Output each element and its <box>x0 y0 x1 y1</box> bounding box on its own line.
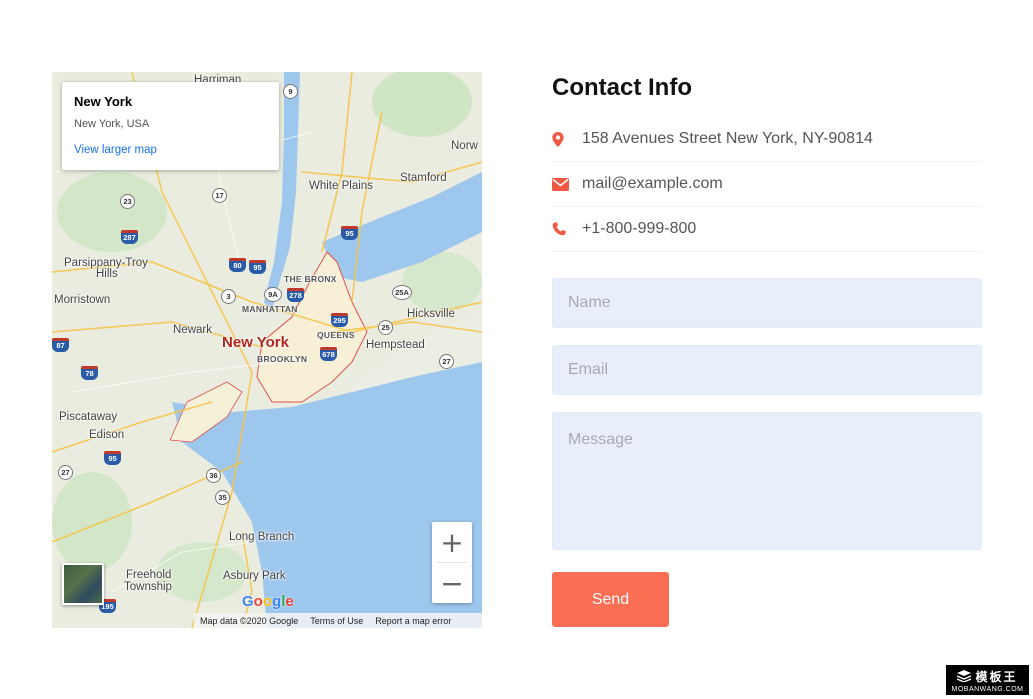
route-shield: 87 <box>52 338 69 352</box>
email-input[interactable]: Email <box>552 345 982 395</box>
map-label-township: Township <box>124 581 172 593</box>
map-info-subtitle: New York, USA <box>74 118 150 130</box>
route-shield: 287 <box>121 230 138 244</box>
route-shield: 35 <box>215 490 230 505</box>
zoom-control: + − <box>432 522 472 603</box>
logo-letter: e <box>285 593 294 610</box>
watermark: 模板王 MOBANWANG.COM <box>946 665 1029 695</box>
message-textarea[interactable]: Message <box>552 412 982 550</box>
map-label-brooklyn: BROOKLYN <box>257 354 308 364</box>
report-map-error-link[interactable]: Report a map error <box>375 616 451 626</box>
phone-text: +1-800-999-800 <box>582 220 697 237</box>
satellite-toggle[interactable] <box>62 563 104 605</box>
zoom-in-button[interactable]: + <box>432 522 472 562</box>
logo-letter: o <box>253 593 263 610</box>
envelope-icon <box>552 177 582 191</box>
contact-title: Contact Info <box>552 74 692 101</box>
map-label-long-branch: Long Branch <box>229 531 295 543</box>
map-label-freehold: Freehold <box>126 569 172 581</box>
map-label-white-plains: White Plains <box>309 180 373 192</box>
route-shield: 27 <box>58 465 73 480</box>
map-info-card: New York New York, USA View larger map <box>62 82 279 170</box>
route-shield: 95 <box>104 451 121 465</box>
address-text: 158 Avenues Street New York, NY-90814 <box>582 130 873 147</box>
route-shield: 80 <box>229 258 246 272</box>
route-shield: 9A <box>264 287 282 302</box>
map-label-the-bronx: THE BRONX <box>284 274 337 284</box>
email-text: mail@example.com <box>582 175 723 192</box>
route-shield: 36 <box>206 468 221 483</box>
map-label-morristown: Morristown <box>54 294 111 306</box>
map-data-credit: Map data ©2020 Google <box>200 615 299 626</box>
map-label-edison: Edison <box>89 429 125 441</box>
map-label-queens: QUEENS <box>317 330 355 340</box>
route-shield: 3 <box>221 289 236 304</box>
phone-icon <box>552 222 582 236</box>
name-input[interactable]: Name <box>552 278 982 328</box>
send-button[interactable]: Send <box>552 572 669 627</box>
route-shield: 278 <box>287 288 304 302</box>
map-label-hills: Hills <box>96 268 118 280</box>
zoom-out-button[interactable]: − <box>432 563 472 603</box>
map-label-hicksville: Hicksville <box>407 308 455 320</box>
contact-section: Contact Info 158 Avenues Street New York… <box>552 72 982 627</box>
logo-letter: g <box>272 593 282 610</box>
route-shield: 78 <box>81 366 98 380</box>
route-shield: 17 <box>212 188 227 203</box>
phone-row: +1-800-999-800 <box>552 207 982 252</box>
route-shield: 9 <box>283 84 298 99</box>
map-attribution: Map data ©2020 Google Terms of Use Repor… <box>194 613 482 628</box>
map-label-new-york: New York <box>222 334 289 351</box>
email-row: mail@example.com <box>552 162 982 207</box>
map-label-newark: Newark <box>173 324 212 336</box>
route-shield: 27 <box>439 354 454 369</box>
terms-of-use-link[interactable]: Terms of Use <box>310 616 363 626</box>
route-shield: 25 <box>378 320 393 335</box>
watermark-cn: 模板王 <box>975 669 1018 684</box>
stack-logo-icon <box>957 670 972 682</box>
map-info-title: New York <box>74 94 133 109</box>
route-shield: 23 <box>120 194 135 209</box>
map-label-hempstead: Hempstead <box>366 339 425 351</box>
map-pin-icon <box>552 131 582 147</box>
logo-letter: G <box>242 593 254 610</box>
route-shield: 295 <box>331 313 348 327</box>
route-shield: 25A <box>392 285 412 300</box>
route-shield: 95 <box>249 260 266 274</box>
embedded-map[interactable]: Harriman Norw White Plains Stamford Pars… <box>52 72 482 628</box>
route-shield: 95 <box>341 226 358 240</box>
logo-letter: o <box>262 593 273 610</box>
watermark-en: MOBANWANG.COM <box>951 685 1024 693</box>
view-larger-map-link[interactable]: View larger map <box>74 144 267 156</box>
route-shield: 678 <box>320 347 337 361</box>
map-label-asbury-park: Asbury Park <box>223 570 286 582</box>
map-label-stamford: Stamford <box>400 172 447 184</box>
address-row: 158 Avenues Street New York, NY-90814 <box>552 117 982 162</box>
map-label-norw: Norw <box>451 140 478 152</box>
map-label-manhattan: MANHATTAN <box>242 304 298 314</box>
google-logo: Google <box>242 593 294 610</box>
map-label-piscataway: Piscataway <box>59 411 118 423</box>
